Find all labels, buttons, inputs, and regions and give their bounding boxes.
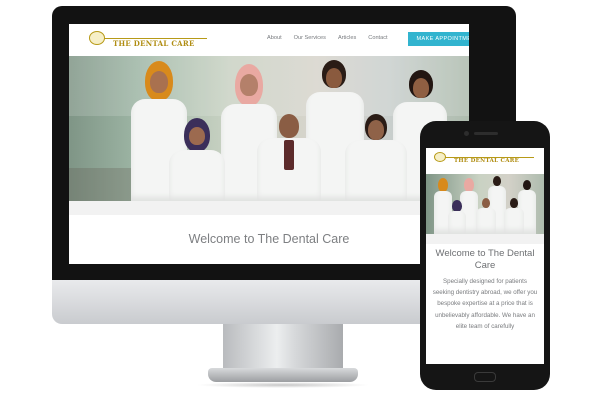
welcome-heading: Welcome to The Dental Care bbox=[188, 232, 350, 246]
nav-item-our-services[interactable]: Our Services bbox=[294, 35, 326, 41]
team-member bbox=[448, 200, 466, 234]
site-logo[interactable]: THE DENTAL CARE bbox=[89, 31, 209, 49]
team-member bbox=[257, 114, 321, 201]
team-member bbox=[504, 198, 524, 234]
tooth-logo-icon bbox=[434, 152, 446, 162]
make-appointment-button[interactable]: MAKE APPOINTMENT bbox=[408, 32, 469, 46]
mobile-site-logo[interactable]: THE DENTAL CARE bbox=[434, 152, 536, 166]
monitor-stand-neck bbox=[223, 324, 343, 370]
logo-text: THE DENTAL CARE bbox=[454, 158, 520, 164]
phone-speaker bbox=[474, 132, 498, 135]
nav-item-articles[interactable]: Articles bbox=[338, 35, 356, 41]
hero-team-photo bbox=[69, 56, 469, 201]
nav-item-contact[interactable]: Contact bbox=[368, 35, 387, 41]
mobile-website-screen: THE DENTAL CARE Welcome to The Dental Ca… bbox=[426, 148, 544, 364]
main-nav: About Our Services Articles Contact bbox=[267, 35, 388, 41]
phone-camera bbox=[464, 131, 469, 136]
tooth-logo-icon bbox=[89, 31, 105, 45]
mobile-hero-team-photo bbox=[426, 174, 544, 234]
team-member bbox=[345, 114, 407, 201]
logo-text: THE DENTAL CARE bbox=[113, 39, 195, 48]
site-header: THE DENTAL CARE About Our Services Artic… bbox=[69, 24, 469, 56]
mobile-welcome-heading: Welcome to The Dental Care bbox=[435, 248, 535, 271]
team-member bbox=[476, 198, 496, 234]
monitor-stand-shadow bbox=[196, 382, 370, 388]
hero-bottom-stripe bbox=[69, 201, 469, 215]
mobile-hero-bottom-stripe bbox=[426, 234, 544, 244]
team-member bbox=[169, 118, 225, 201]
desktop-website-screen: THE DENTAL CARE About Our Services Artic… bbox=[69, 24, 469, 264]
phone-mockup: THE DENTAL CARE Welcome to The Dental Ca… bbox=[420, 121, 550, 390]
monitor-stand-base bbox=[208, 368, 358, 382]
phone-home-button bbox=[474, 372, 496, 382]
mobile-intro-paragraph: Specially designed for patients seeking … bbox=[432, 278, 538, 330]
nav-item-about[interactable]: About bbox=[267, 35, 282, 41]
